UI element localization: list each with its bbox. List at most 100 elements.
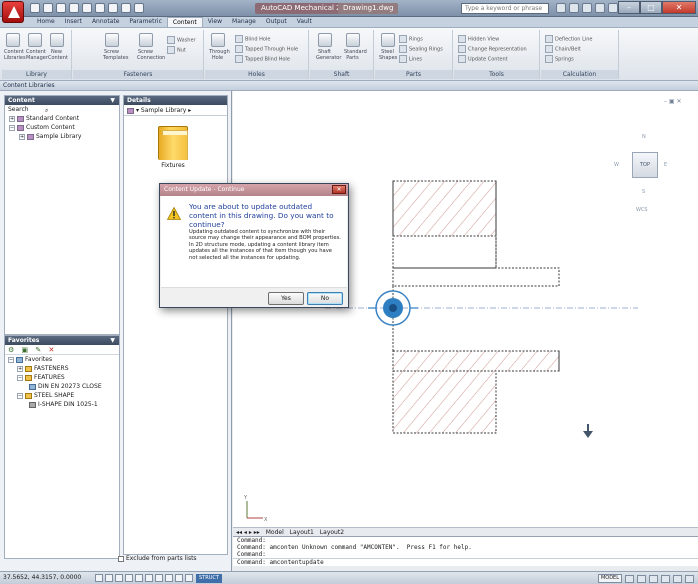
expand-icon[interactable]: + [17,365,23,372]
maximize-button[interactable]: □ [640,1,662,14]
nut-tool[interactable]: Nut [167,46,186,54]
details-breadcrumb[interactable]: ▾ Sample Library ▸ [124,105,227,116]
springs-tool[interactable]: Springs [545,55,574,63]
exclude-from-parts-list-checkbox[interactable]: Exclude from parts lists [118,555,197,563]
plot-icon[interactable] [95,3,105,13]
shaft-generator-tool[interactable]: Shaft Generator [316,33,341,61]
tree-item-custom-content[interactable]: − Custom Content [5,123,119,132]
ortho-toggle[interactable] [115,574,123,582]
change-representation-tool[interactable]: Change Representation [458,45,527,53]
viewcube-east[interactable]: E [664,162,667,168]
tab-manage[interactable]: Manage [227,17,261,27]
viewcube-north[interactable]: N [642,134,646,140]
chevron-down-icon[interactable]: ▼ [110,336,115,345]
update-content-tool[interactable]: Update Content [458,55,508,63]
tree-item-sample-library[interactable]: + Sample Library [5,132,119,141]
screw-connection-tool[interactable]: Screw Connection [137,33,165,61]
save-icon[interactable] [56,3,66,13]
content-manager-tool[interactable]: Content Manager [26,33,48,61]
collapse-icon[interactable]: − [8,356,14,363]
tab-nav-arrows[interactable]: ◂◂ ◂ ▸ ▸▸ [236,529,260,536]
add-favorite-icon[interactable]: ⚙ [8,346,14,354]
tab-view[interactable]: View [203,17,227,27]
print-icon[interactable] [82,3,92,13]
yes-button[interactable]: Yes [268,292,304,305]
workspace-switch-icon[interactable] [661,574,670,583]
tab-home[interactable]: Home [32,17,60,27]
folder-add-icon[interactable]: ▣ [22,346,29,354]
new-content-tool[interactable]: New Content [48,33,68,61]
tree-item-favorites[interactable]: − Favorites [5,355,119,364]
delete-icon[interactable]: ✕ [48,346,54,354]
collapse-icon[interactable]: − [17,392,23,399]
subscription-icon[interactable] [569,3,579,13]
sealing-rings-tool[interactable]: Sealing Rings [399,45,443,53]
command-input[interactable]: Command: amcontentupdate [233,558,698,566]
expand-icon[interactable]: + [19,133,25,140]
rename-icon[interactable]: ✎ [35,346,41,354]
chain-belt-tool[interactable]: Chain/Belt [545,45,581,53]
washer-tool[interactable]: Washer [167,36,196,44]
tree-item-steel-shape[interactable]: − STEEL SHAPE [5,391,119,400]
steel-shapes-tool[interactable]: Steel Shapes [379,33,397,61]
tab-layout1[interactable]: Layout1 [290,529,314,536]
close-button[interactable]: ✕ [662,1,696,14]
grip-marker[interactable] [368,290,418,326]
tab-layout2[interactable]: Layout2 [320,529,344,536]
tab-content[interactable]: Content [166,17,203,27]
tab-vault[interactable]: Vault [292,17,317,27]
redo-icon[interactable] [121,3,131,13]
deflection-line-tool[interactable]: Deflection Line [545,35,593,43]
expand-icon[interactable]: + [9,115,15,122]
tab-annotate[interactable]: Annotate [87,17,124,27]
content-libraries-tool[interactable]: Content Libraries [4,33,26,61]
new-icon[interactable] [30,3,40,13]
tree-item-i-shape[interactable]: I-SHAPE DIN 1025-1 [5,400,119,409]
application-menu-button[interactable] [2,1,24,23]
osnap-toggle[interactable] [135,574,143,582]
minimize-button[interactable]: – [618,1,640,14]
favorites-star-icon[interactable] [595,3,605,13]
tapped-blind-hole-tool[interactable]: Tapped Blind Hole [235,55,290,63]
struct-toggle[interactable]: STRUCT [196,574,222,583]
open-icon[interactable] [43,3,53,13]
tree-item-standard-content[interactable]: + Standard Content [5,114,119,123]
blind-hole-tool[interactable]: Blind Hole [235,35,270,43]
collapse-icon[interactable]: − [9,124,15,131]
content-search[interactable]: Search ⌕ [5,105,119,114]
tree-item-fasteners[interactable]: + FASTENERS [5,364,119,373]
coordinates-readout[interactable]: 37.5652, 44.3157, 0.0000 [3,574,81,581]
tree-item-features[interactable]: − FEATURES [5,373,119,382]
rings-tool[interactable]: Rings [399,35,423,43]
clean-screen-icon[interactable] [685,574,694,583]
wcs-menu[interactable]: WCS [636,207,648,213]
snap-toggle[interactable] [95,574,103,582]
tree-item-din-en-20273[interactable]: DIN EN 20273 CLOSE [5,382,119,391]
dyn-toggle[interactable] [165,574,173,582]
standard-parts-tool[interactable]: Standard Parts [344,33,367,61]
otrack-toggle[interactable] [145,574,153,582]
collapse-icon[interactable]: − [17,374,23,381]
workspace-icon[interactable] [134,3,144,13]
tab-model[interactable]: Model [266,529,284,536]
checkbox-icon[interactable] [118,555,124,562]
quick-view-drawings-icon[interactable] [637,574,646,583]
polar-toggle[interactable] [125,574,133,582]
grid-toggle[interactable] [105,574,113,582]
qp-toggle[interactable] [185,574,193,582]
dialog-close-button[interactable]: ✕ [332,185,346,194]
ducs-toggle[interactable] [155,574,163,582]
model-space-button[interactable]: MODEL [597,574,622,583]
chevron-down-icon[interactable]: ▼ [110,96,115,105]
undo-icon[interactable] [108,3,118,13]
viewcube[interactable]: TOP [632,152,658,178]
tapped-through-hole-tool[interactable]: Tapped Through Hole [235,45,298,53]
quick-view-layouts-icon[interactable] [625,574,634,583]
tab-output[interactable]: Output [261,17,292,27]
folder-fixtures[interactable]: Fixtures [151,126,195,169]
tab-insert[interactable]: Insert [60,17,87,27]
communication-icon[interactable] [582,3,592,13]
help-icon[interactable] [608,3,618,13]
minimize-viewport-icon[interactable]: – ▣ ✕ [664,98,682,105]
no-button[interactable]: No [307,292,343,305]
